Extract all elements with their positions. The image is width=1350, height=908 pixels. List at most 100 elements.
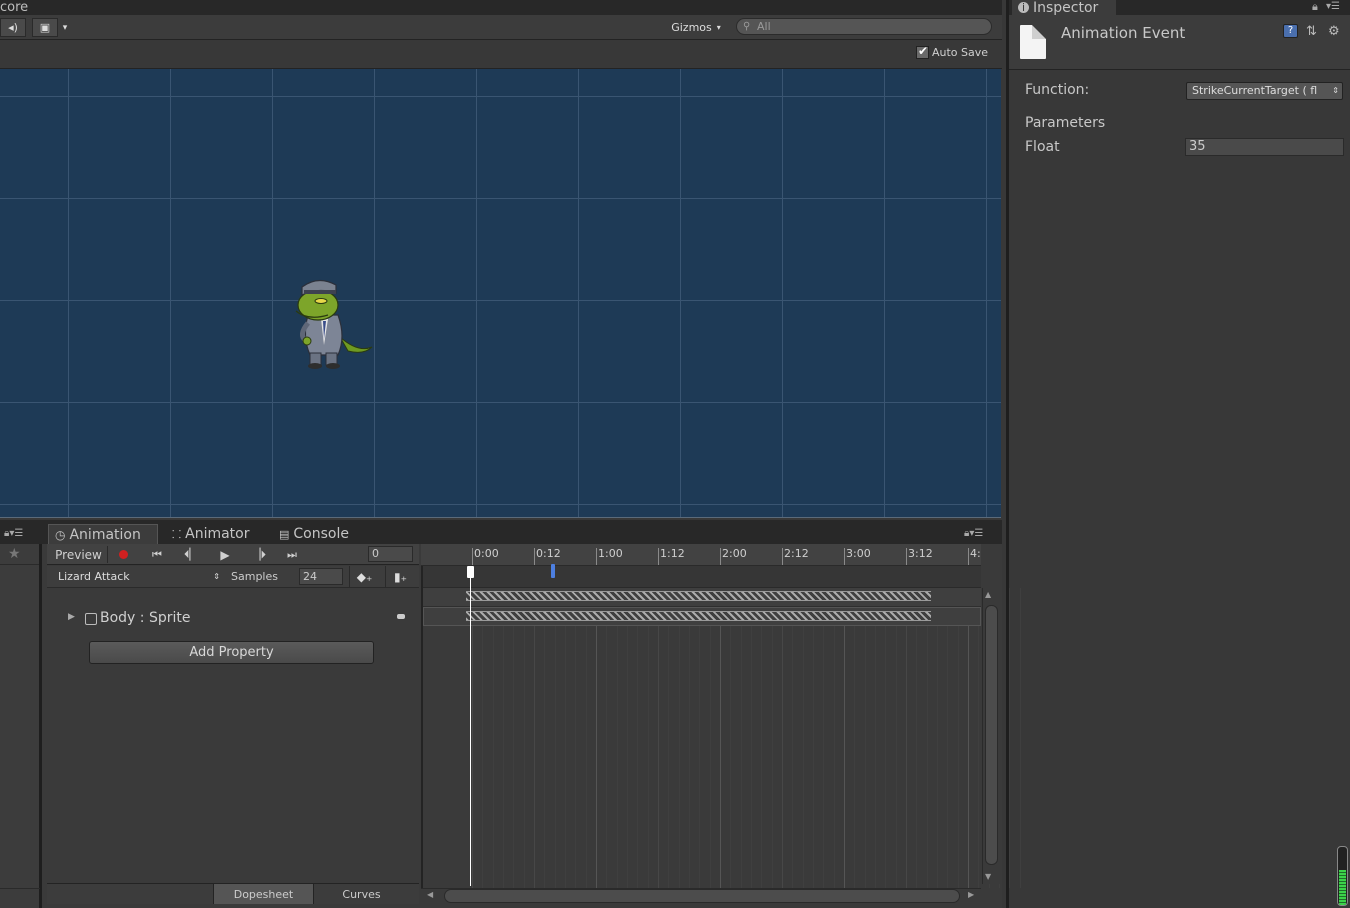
lock-icon[interactable]: 🔒︎	[1312, 0, 1318, 14]
horizontal-scroll-thumb[interactable]	[444, 889, 960, 903]
timeline-minor-line	[751, 588, 752, 888]
float-field[interactable]: 35	[1185, 138, 1344, 156]
ruler-label: 3:00	[846, 547, 871, 560]
autosave-toggle[interactable]: Auto Save	[916, 44, 988, 59]
timeline-minor-line	[864, 588, 866, 888]
tab-animation-label: Animation	[69, 526, 141, 543]
timeline-minor-line	[1009, 588, 1011, 888]
tab-curves[interactable]: Curves	[313, 884, 409, 904]
timeline-minor-line	[854, 588, 856, 888]
ruler-tick	[906, 548, 907, 565]
autosave-checkbox[interactable]	[916, 44, 929, 59]
prev-key-button[interactable]: ⏴▏	[177, 546, 205, 563]
help-icon[interactable]: ?	[1283, 24, 1298, 38]
scroll-left-icon[interactable]: ◀	[427, 890, 433, 899]
ruler-tick	[596, 548, 597, 565]
ruler-label: 2:12	[784, 547, 809, 560]
effects-toggle-icon[interactable]: ▣	[32, 18, 58, 37]
tab-animator[interactable]: ⸬ Animator	[166, 524, 256, 544]
function-label: Function:	[1025, 82, 1090, 98]
timeline-minor-line	[678, 588, 680, 888]
samples-field[interactable]: 24	[299, 568, 343, 585]
play-button[interactable]: ▶	[211, 546, 239, 563]
first-key-button[interactable]: ⏮	[143, 546, 171, 563]
property-row[interactable]: ▶ Body : Sprite	[60, 610, 412, 630]
ruler-label: 3:12	[908, 547, 933, 560]
timeline-grid-line	[596, 588, 597, 888]
expand-arrow-icon[interactable]: ▶	[68, 612, 75, 622]
timeline-minor-line	[937, 588, 938, 888]
star-icon[interactable]: ★	[8, 546, 21, 562]
scroll-up-icon[interactable]: ▲	[985, 590, 991, 599]
inspector-menu-icon[interactable]: ▾☰	[1326, 1, 1340, 12]
chevron-down-icon: ▾	[716, 23, 721, 32]
animation-event-marker[interactable]	[551, 564, 555, 578]
function-select[interactable]: StrikeCurrentTarget ( fl ⇕	[1186, 82, 1343, 100]
function-value: StrikeCurrentTarget ( fl	[1192, 84, 1318, 97]
timeline-grid-line	[906, 588, 907, 888]
timeline-grid-line	[534, 588, 535, 888]
preset-icon[interactable]: ⇅	[1306, 24, 1317, 39]
add-event-button[interactable]: ▮₊	[385, 566, 415, 588]
scene-tabbar	[0, 0, 1002, 15]
timeline-minor-line	[647, 588, 649, 888]
next-key-button[interactable]: ▕⏵	[245, 546, 273, 563]
scroll-down-icon[interactable]: ▼	[985, 872, 991, 881]
preview-toggle[interactable]: Preview	[50, 546, 108, 563]
left-lock-icon[interactable]: 🔒︎▾☰	[4, 528, 23, 539]
audio-toggle-icon[interactable]: ◂)	[0, 18, 26, 37]
timeline-minor-line	[823, 588, 825, 888]
property-label: Body : Sprite	[100, 610, 191, 626]
grid-line	[0, 402, 1001, 403]
ruler-tick	[534, 548, 535, 565]
add-keyframe-button[interactable]: ◆₊	[349, 566, 379, 588]
frame-field[interactable]: 0	[368, 546, 413, 562]
timeline-minor-line	[637, 588, 639, 888]
gizmos-dropdown[interactable]: Gizmos ▾	[664, 18, 728, 37]
vertical-scroll-thumb[interactable]	[985, 605, 998, 865]
ruler-label: 2:00	[722, 547, 747, 560]
time-ruler[interactable]	[421, 544, 981, 566]
scene-viewport[interactable]	[0, 69, 1001, 518]
timeline-minor-line	[565, 588, 566, 888]
ruler-tick	[844, 548, 845, 565]
grid-line	[476, 69, 477, 517]
timeline-minor-line	[503, 588, 504, 888]
property-options-icon[interactable]	[397, 614, 405, 619]
timeline-minor-line	[668, 588, 670, 888]
scroll-right-icon[interactable]: ▶	[968, 890, 974, 899]
timeline-minor-line	[689, 588, 690, 888]
scene-search-input[interactable]: ⚲ All	[736, 18, 992, 35]
playhead[interactable]	[470, 566, 471, 886]
summary-keyframes[interactable]	[466, 591, 931, 601]
scene-subbar	[0, 41, 1002, 69]
timeline-minor-line	[606, 588, 608, 888]
tab-dopesheet[interactable]: Dopesheet	[213, 884, 313, 904]
timeline-grid-line	[782, 588, 783, 888]
ruler-label: 4:	[970, 547, 981, 560]
scene-tab-title[interactable]: core	[0, 0, 28, 15]
last-key-button[interactable]: ⏭	[278, 546, 306, 563]
tab-console[interactable]: ▤ Console	[273, 524, 355, 544]
effects-dropdown-icon[interactable]: ▾	[58, 18, 72, 37]
add-property-button[interactable]: Add Property	[89, 641, 374, 664]
event-row[interactable]	[423, 566, 981, 588]
timeline-grid-line	[472, 588, 473, 888]
anim-menu-icon[interactable]: 🔒︎▾☰	[964, 528, 983, 539]
playhead-handle[interactable]	[467, 566, 474, 578]
sprite-keyframes[interactable]	[466, 611, 931, 621]
parameters-label: Parameters	[1025, 115, 1106, 131]
timeline-minor-line	[926, 588, 928, 888]
gear-icon[interactable]: ⚙	[1328, 24, 1340, 39]
ruler-tick	[658, 548, 659, 565]
tab-inspector[interactable]: i Inspector	[1012, 0, 1116, 16]
timeline-minor-line	[575, 588, 577, 888]
timeline-minor-line	[947, 588, 949, 888]
timeline-minor-line	[885, 588, 887, 888]
tab-animation[interactable]: ◷ Animation	[48, 524, 158, 544]
lizard-sprite[interactable]	[288, 275, 378, 371]
timeline-minor-line	[916, 588, 918, 888]
left-scrollbar[interactable]	[0, 888, 40, 906]
record-button[interactable]	[112, 546, 134, 563]
clip-select[interactable]: Lizard Attack ⇕	[50, 568, 222, 586]
